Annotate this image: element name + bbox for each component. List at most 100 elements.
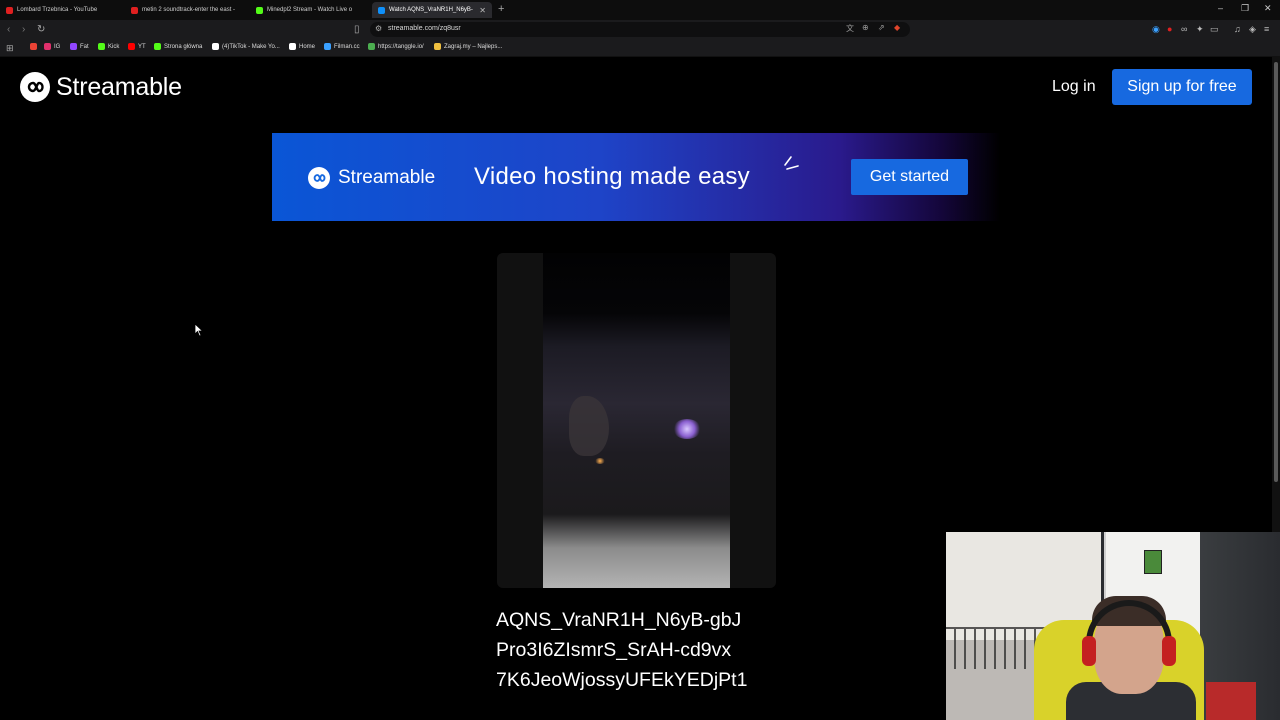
twitch-icon (70, 43, 77, 50)
video-title-line: 7K6JeoWjossyUFEkYEDjPt1 (496, 669, 748, 691)
video-title: AQNS_VraNR1H_N6yB-gbJ Pro3I6ZIsmrS_SrAH-… (496, 605, 916, 695)
tab-soundtrack[interactable]: metin 2 soundtrack-enter the east - (125, 2, 250, 18)
youtube-icon (131, 6, 138, 14)
restore-icon[interactable]: ❐ (1241, 3, 1249, 14)
streamable-icon (378, 6, 385, 14)
tab-title: Minedpl2 Stream - Watch Live o (267, 7, 353, 13)
record-icon[interactable]: ● (1167, 24, 1172, 34)
filman-icon (324, 43, 331, 50)
back-icon[interactable]: ‹ (7, 24, 10, 35)
video-content (569, 396, 609, 456)
bookmark-ig[interactable]: IG (44, 43, 60, 50)
brave-shield-icon[interactable]: ◆ (894, 23, 900, 32)
promo-banner[interactable]: Streamable Video hosting made easy Get s… (272, 133, 1000, 221)
close-tab-icon[interactable]: ✕ (479, 6, 486, 15)
banner-tagline: Video hosting made easy (474, 163, 750, 190)
apps-icon[interactable]: ⊞ (6, 43, 14, 54)
tab-youtube[interactable]: Lombard Trzebnica - YouTube (0, 2, 125, 18)
share-icon[interactable]: ⇗ (878, 23, 885, 32)
puzzle-icon (368, 43, 375, 50)
webcam-overlay (946, 532, 1280, 720)
headset (1162, 636, 1176, 666)
tiktok-icon (212, 43, 219, 50)
video-title-line: AQNS_VraNR1H_N6yB-gbJ (496, 609, 742, 631)
game-icon (434, 43, 441, 50)
scrollbar-thumb[interactable] (1274, 62, 1278, 482)
tab-title: Watch AQNS_VraNR1H_N6yB- (389, 7, 473, 13)
menu-icon[interactable]: ≡ (1264, 24, 1269, 34)
tab-streamable-active[interactable]: Watch AQNS_VraNR1H_N6yB- ✕ (372, 2, 492, 18)
video-frame[interactable] (543, 253, 730, 588)
extension-icon[interactable]: ∞ (1181, 24, 1187, 34)
signup-button[interactable]: Sign up for free (1112, 69, 1252, 105)
infinity-logo-icon (308, 167, 330, 189)
webcam-background (1206, 682, 1256, 720)
minimize-icon[interactable]: – (1218, 3, 1223, 13)
close-window-icon[interactable]: ✕ (1264, 3, 1272, 14)
bookmark-label: Filman.cc (334, 43, 360, 50)
kick-icon (98, 43, 105, 50)
mail-icon (30, 43, 37, 50)
tab-bar: Lombard Trzebnica - YouTube metin 2 soun… (0, 0, 1280, 20)
bookmark-home[interactable]: Home (289, 43, 315, 50)
youtube-icon (6, 6, 13, 14)
kick-icon (256, 6, 263, 14)
url-text: streamable.com/zq8usr (388, 25, 461, 32)
extensions-icon[interactable]: ✦ (1196, 24, 1204, 35)
bookmark-yt[interactable]: YT (128, 43, 146, 50)
bookmark-label: IG (54, 43, 61, 50)
infinity-logo-icon (20, 72, 50, 102)
video-player[interactable] (497, 253, 776, 588)
bookmark-icon[interactable]: ▯ (354, 24, 360, 35)
banner-logo-text: Streamable (338, 167, 436, 188)
instagram-icon (44, 43, 51, 50)
sparkle-icon (784, 156, 799, 170)
bookmark-gmail[interactable] (30, 43, 40, 50)
tab-title: metin 2 soundtrack-enter the east - (142, 7, 236, 13)
tab-kick-stream[interactable]: Minedpl2 Stream - Watch Live o (250, 2, 370, 18)
login-link[interactable]: Log in (1052, 78, 1096, 96)
banner-logo: Streamable (308, 167, 435, 189)
x-icon (289, 43, 296, 50)
video-content (595, 458, 605, 464)
translate-icon[interactable]: 文 (846, 23, 854, 34)
bookmark-tanggle[interactable]: https://tanggle.io/ (368, 43, 424, 50)
headset (1082, 636, 1096, 666)
wallet-icon[interactable]: ◈ (1249, 24, 1256, 35)
media-icon[interactable]: ♫ (1234, 24, 1241, 34)
bookmark-zagraj[interactable]: Zagraj.my – Najleps... (434, 43, 502, 50)
webcam-background (1144, 550, 1162, 574)
site-info-icon[interactable]: ⚙ (375, 24, 382, 33)
bookmark-filman[interactable]: Filman.cc (324, 43, 360, 50)
bookmark-label: Kick (108, 43, 120, 50)
youtube-icon (128, 43, 135, 50)
video-title-line: Pro3I6ZIsmrS_SrAH-cd9vx (496, 639, 732, 661)
new-tab-icon[interactable]: + (498, 3, 504, 15)
bookmark-label: YT (138, 43, 146, 50)
get-started-button[interactable]: Get started (851, 159, 968, 195)
bookmark-label: Zagraj.my – Najleps... (444, 43, 503, 50)
forward-icon[interactable]: › (22, 24, 25, 35)
bookmark-label: (4)TikTok - Make Yo... (222, 43, 280, 50)
mouse-cursor-icon (194, 323, 204, 337)
sidebar-icon[interactable]: ▭ (1210, 24, 1219, 35)
bookmark-kick[interactable]: Kick (98, 43, 119, 50)
zoom-icon[interactable]: ⊕ (862, 23, 869, 32)
logo-text: Streamable (56, 72, 182, 101)
bookmark-label: Fat (80, 43, 89, 50)
address-bar[interactable]: ⚙ streamable.com/zq8usr 文 ⊕ ⇗ ◆ (370, 22, 910, 37)
bookmark-fat[interactable]: Fat (70, 43, 89, 50)
kick-icon (154, 43, 161, 50)
streamable-logo[interactable]: Streamable (20, 72, 182, 102)
bookmark-label: Home (299, 43, 316, 50)
bookmark-strona[interactable]: Strona główna (154, 43, 202, 50)
reload-icon[interactable]: ↻ (37, 24, 45, 35)
bookmarks-bar: ⊞ IG Fat Kick YT Strona główna (4)TikTok… (0, 40, 1280, 57)
browser-toolbar: ‹ › ↻ ▯ ⚙ streamable.com/zq8usr 文 ⊕ ⇗ ◆ … (0, 20, 1280, 40)
extension-icon[interactable]: ◉ (1152, 24, 1160, 35)
tab-title: Lombard Trzebnica - YouTube (17, 7, 98, 13)
video-content (673, 419, 701, 439)
bookmark-label: Strona główna (164, 43, 203, 50)
bookmark-tiktok[interactable]: (4)TikTok - Make Yo... (212, 43, 280, 50)
bookmark-label: https://tanggle.io/ (378, 43, 424, 50)
